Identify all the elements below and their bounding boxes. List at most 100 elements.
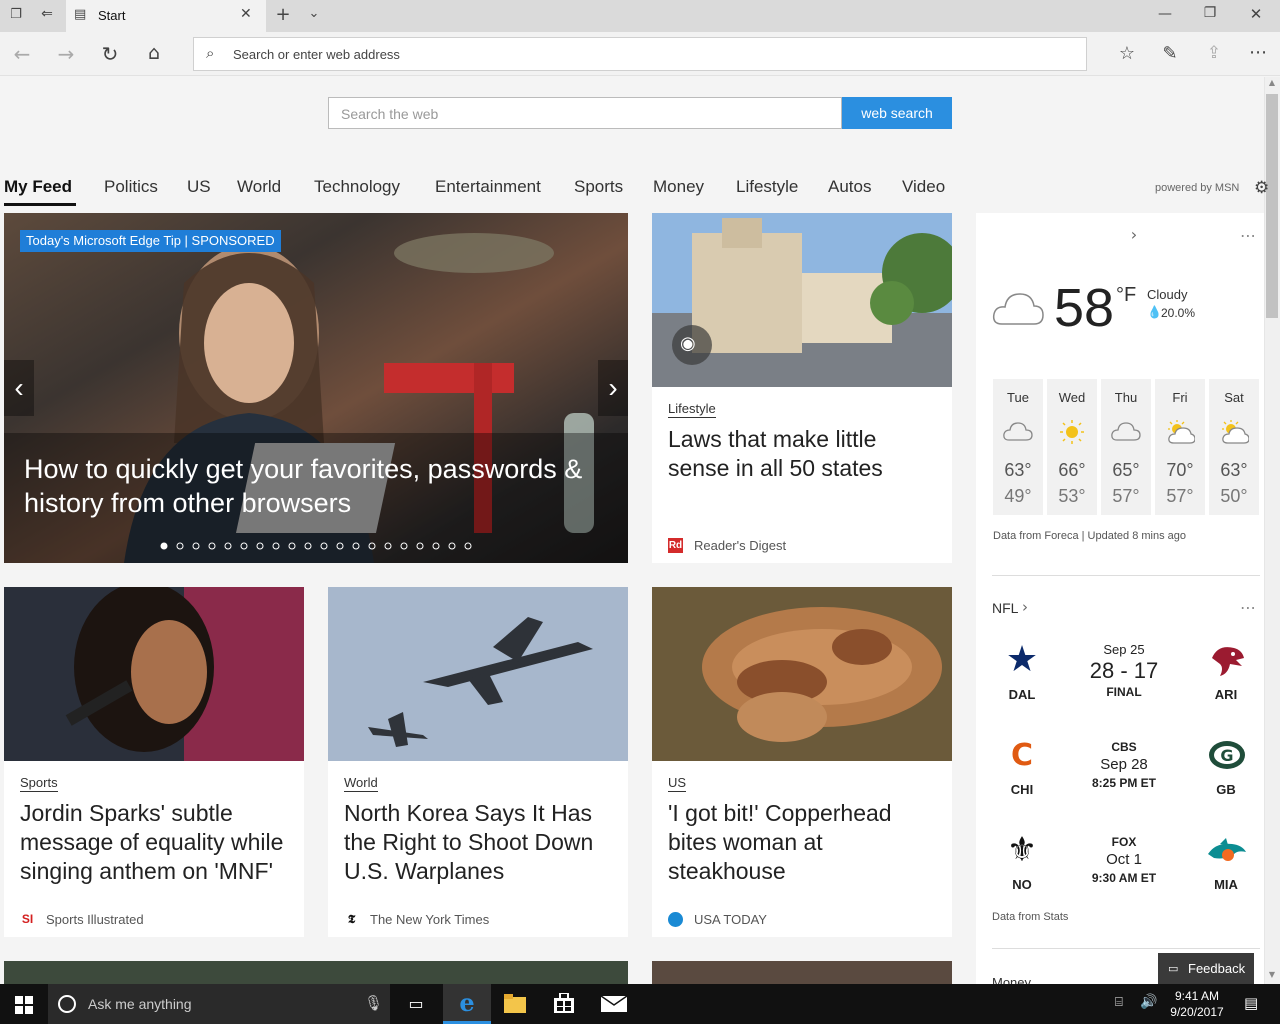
feedback-button[interactable]: ▭ Feedback xyxy=(1158,953,1254,984)
windows-start-icon[interactable] xyxy=(15,996,33,1014)
news-card-sports[interactable]: Sports Jordin Sparks' subtle message of … xyxy=(4,587,304,937)
carousel-dot[interactable] xyxy=(304,542,312,550)
favorites-hub-icon[interactable]: ☆ xyxy=(1115,43,1139,64)
nfl-chevron-icon[interactable]: › xyxy=(1022,598,1028,616)
scroll-down-icon[interactable]: ▼ xyxy=(1266,970,1278,979)
back-icon[interactable]: ← xyxy=(10,42,34,66)
minimize-icon[interactable]: — xyxy=(1155,6,1175,22)
money-section-title[interactable]: Money xyxy=(992,975,1031,984)
carousel-dot[interactable] xyxy=(400,542,408,550)
mail-icon[interactable] xyxy=(601,996,627,1012)
nav-entertainment[interactable]: Entertainment xyxy=(435,177,541,197)
team-away[interactable]: GB xyxy=(1196,782,1256,797)
news-card-partial[interactable] xyxy=(4,961,628,984)
close-window-icon[interactable]: ✕ xyxy=(1246,5,1266,23)
news-card-world[interactable]: World North Korea Says It Has the Right … xyxy=(328,587,628,937)
carousel-dot[interactable] xyxy=(384,542,392,550)
hero-title[interactable]: How to quickly get your favorites, passw… xyxy=(24,452,614,520)
forecast-day-sat[interactable]: Sat 63° 50° xyxy=(1209,379,1259,515)
task-view-icon[interactable]: ▭ xyxy=(404,994,428,1013)
forward-icon[interactable]: → xyxy=(54,42,78,66)
card-category[interactable]: US xyxy=(668,775,687,792)
hero-dots[interactable] xyxy=(160,541,480,551)
scrollbar-thumb[interactable] xyxy=(1266,94,1278,318)
carousel-dot[interactable] xyxy=(416,542,424,550)
new-tab-icon[interactable]: + xyxy=(274,4,292,25)
carousel-dot[interactable] xyxy=(432,542,440,550)
clock-time[interactable]: 9:41 AM xyxy=(1168,989,1226,1003)
nav-lifestyle[interactable]: Lifestyle xyxy=(736,177,798,197)
card-title[interactable]: Jordin Sparks' subtle message of equalit… xyxy=(20,799,295,886)
nav-politics[interactable]: Politics xyxy=(104,177,158,197)
nfl-more-icon[interactable]: ⋯ xyxy=(1236,598,1260,617)
card-title[interactable]: North Korea Says It Has the Right to Sho… xyxy=(344,799,619,886)
nfl-title[interactable]: NFL xyxy=(992,600,1018,616)
carousel-dot[interactable] xyxy=(288,542,296,550)
team-home[interactable]: DAL xyxy=(992,687,1052,702)
restore-icon[interactable]: ❐ xyxy=(1200,5,1220,21)
carousel-dot[interactable] xyxy=(464,542,472,550)
web-note-icon[interactable]: ✎ xyxy=(1158,43,1182,64)
carousel-dot[interactable] xyxy=(240,542,248,550)
volume-icon[interactable]: 🔊 xyxy=(1140,994,1157,1010)
carousel-dot[interactable] xyxy=(224,542,232,550)
news-card-partial[interactable] xyxy=(652,961,952,984)
clock-date[interactable]: 9/20/2017 xyxy=(1163,1005,1231,1019)
nfl-game-2[interactable]: CBS Sep 28 8:25 PM ET xyxy=(1074,740,1174,790)
nfl-game-1[interactable]: Sep 25 28 - 17 FINAL xyxy=(1074,642,1174,699)
weather-unit[interactable]: °F xyxy=(1116,284,1136,307)
team-home[interactable]: CHI xyxy=(992,782,1052,797)
carousel-dot[interactable] xyxy=(208,542,216,550)
close-tab-icon[interactable]: ✕ xyxy=(240,6,252,22)
settings-gear-icon[interactable]: ⚙ xyxy=(1254,178,1269,198)
card-category[interactable]: Lifestyle xyxy=(668,401,716,418)
weather-next-icon[interactable]: › xyxy=(1127,225,1141,244)
network-icon[interactable]: ⌸ xyxy=(1115,995,1123,1010)
hero-next-icon[interactable]: › xyxy=(598,360,628,416)
team-away[interactable]: MIA xyxy=(1196,877,1256,892)
card-category[interactable]: Sports xyxy=(20,775,58,792)
hero-pagination[interactable] xyxy=(160,538,480,551)
carousel-dot[interactable] xyxy=(160,542,168,550)
carousel-dot[interactable] xyxy=(352,542,360,550)
address-bar[interactable]: ⌕ Search or enter web address xyxy=(193,37,1087,71)
carousel-dot[interactable] xyxy=(176,542,184,550)
news-card-lifestyle[interactable]: ◉ Lifestyle Laws that make little sense … xyxy=(652,213,952,563)
more-menu-icon[interactable]: ⋯ xyxy=(1246,42,1270,63)
tab-start[interactable]: ▤ Start ✕ xyxy=(66,0,266,33)
carousel-dot[interactable] xyxy=(192,542,200,550)
card-source[interactable]: Reader's Digest xyxy=(694,538,786,553)
nfl-credit[interactable]: Data from Stats xyxy=(992,911,1068,923)
card-source[interactable]: The New York Times xyxy=(370,912,489,927)
nfl-game-3[interactable]: FOX Oct 1 9:30 AM ET xyxy=(1074,835,1174,885)
web-search-button[interactable]: web search xyxy=(842,97,952,129)
forecast-day-tue[interactable]: Tue 63° 49° xyxy=(993,379,1043,515)
carousel-dot[interactable] xyxy=(448,542,456,550)
home-icon[interactable]: ⌂ xyxy=(142,42,166,64)
nav-video[interactable]: Video xyxy=(902,177,945,197)
store-icon[interactable] xyxy=(554,993,574,1013)
set-tabs-aside-icon[interactable]: ⇐ xyxy=(38,6,56,22)
weather-more-icon[interactable]: ⋯ xyxy=(1236,226,1260,245)
tab-preview-chevron-icon[interactable]: ⌄ xyxy=(305,6,323,21)
carousel-dot[interactable] xyxy=(368,542,376,550)
card-source[interactable]: Sports Illustrated xyxy=(46,912,144,927)
carousel-dot[interactable] xyxy=(336,542,344,550)
news-card-us[interactable]: US 'I got bit!' Copperhead bites woman a… xyxy=(652,587,952,937)
card-category[interactable]: World xyxy=(344,775,378,792)
share-icon[interactable]: ⇪ xyxy=(1202,43,1226,63)
nav-us[interactable]: US xyxy=(187,177,211,197)
team-home[interactable]: NO xyxy=(992,877,1052,892)
refresh-icon[interactable]: ↻ xyxy=(98,42,122,66)
card-title[interactable]: 'I got bit!' Copperhead bites woman at s… xyxy=(668,799,928,886)
carousel-dot[interactable] xyxy=(320,542,328,550)
nav-autos[interactable]: Autos xyxy=(828,177,871,197)
forecast-day-thu[interactable]: Thu 65° 57° xyxy=(1101,379,1151,515)
taskbar-edge[interactable]: e xyxy=(443,984,491,1024)
web-search-input[interactable]: Search the web xyxy=(328,97,842,129)
nav-my-feed[interactable]: My Feed xyxy=(4,177,72,197)
forecast-day-fri[interactable]: Fri 70° 57° xyxy=(1155,379,1205,515)
file-explorer-icon[interactable] xyxy=(504,994,526,1013)
carousel-dot[interactable] xyxy=(272,542,280,550)
carousel-dot[interactable] xyxy=(256,542,264,550)
